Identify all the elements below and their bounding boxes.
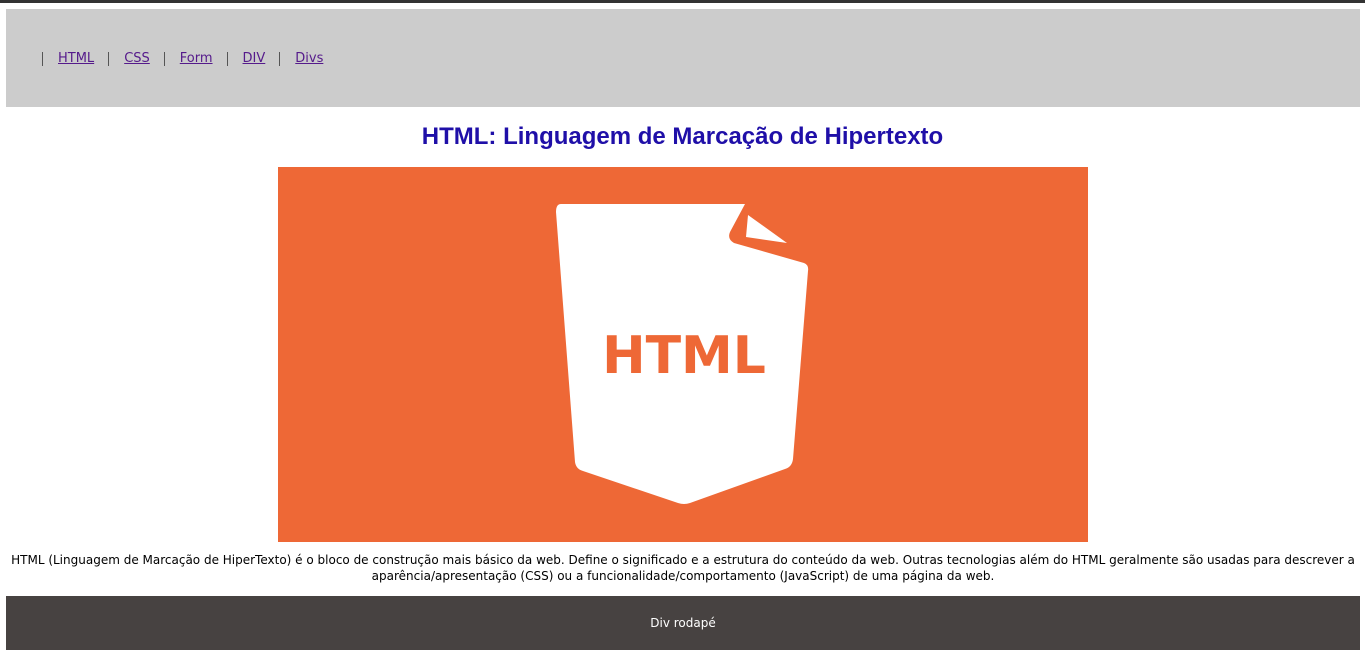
hero-logo-text: HTML bbox=[602, 326, 766, 386]
nav-item-divs: Divs bbox=[279, 52, 337, 66]
page-description: HTML (Linguagem de Marcação de HiperText… bbox=[11, 553, 1355, 583]
nav-link-css[interactable]: CSS bbox=[124, 52, 150, 66]
html-hero-image: HTML bbox=[278, 167, 1088, 542]
nav-link-divs[interactable]: Divs bbox=[295, 52, 323, 66]
nav-link-html[interactable]: HTML bbox=[58, 52, 94, 66]
page-title: HTML: Linguagem de Marcação de Hipertext… bbox=[421, 123, 944, 150]
footer: Div rodapé bbox=[6, 596, 1360, 650]
nav-link-form[interactable]: Form bbox=[180, 52, 213, 66]
nav-item-html: HTML bbox=[42, 52, 108, 66]
nav-item-form: Form bbox=[163, 52, 227, 66]
top-border bbox=[0, 0, 1365, 3]
html-logo-icon: HTML bbox=[556, 204, 809, 504]
nav-menu: HTML CSS Form DIV Divs bbox=[36, 51, 337, 67]
nav-link-div[interactable]: DIV bbox=[243, 52, 266, 66]
footer-text: Div rodapé bbox=[650, 616, 716, 630]
header: HTML CSS Form DIV Divs bbox=[6, 9, 1360, 107]
nav-item-css: CSS bbox=[108, 52, 164, 66]
nav-item-div: DIV bbox=[226, 52, 280, 66]
